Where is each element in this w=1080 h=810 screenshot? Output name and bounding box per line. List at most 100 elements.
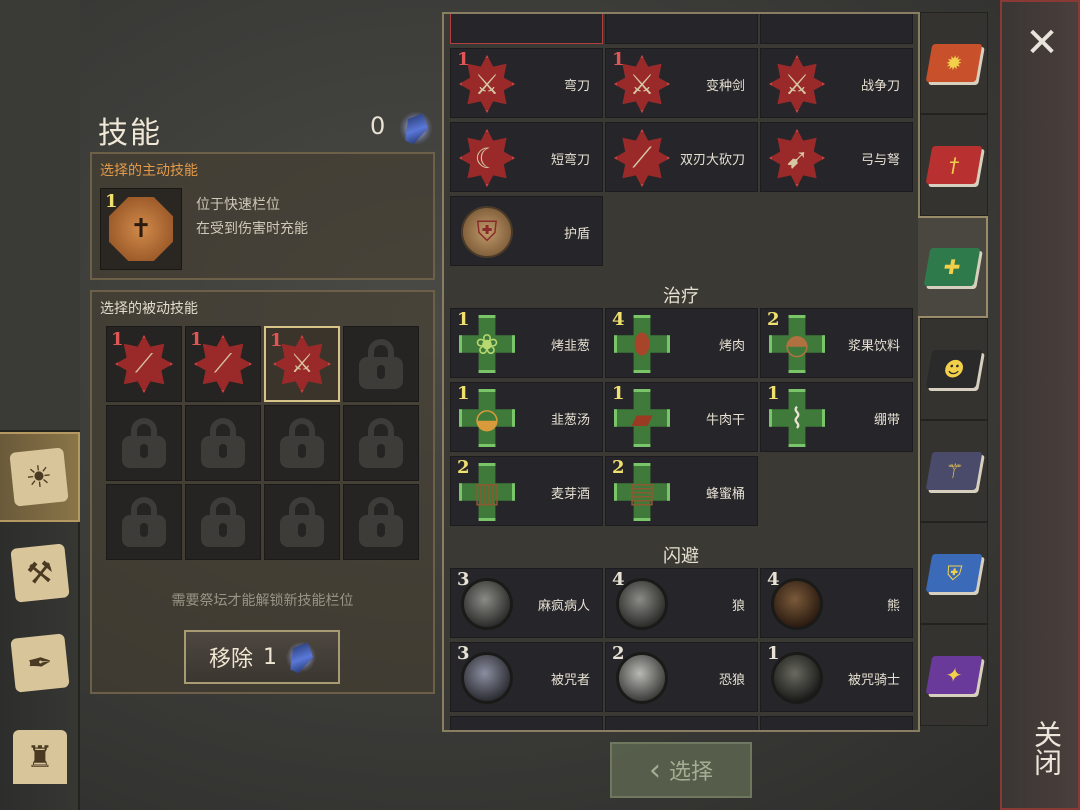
bow-icon: ➹ <box>785 141 809 175</box>
active-skill-slot[interactable]: ✝ 1 <box>100 188 182 270</box>
remove-button[interactable]: 移除 1 <box>184 630 340 684</box>
lock-icon <box>280 497 324 547</box>
lock-icon <box>122 497 166 547</box>
skill-card[interactable]: ⛨ 护盾 <box>450 196 603 266</box>
greatsword-icon: ⟋ <box>632 141 652 174</box>
active-skill-level: 1 <box>105 191 118 212</box>
category-tab-sword[interactable]: † <box>920 114 988 216</box>
skill-card[interactable]: 3 麻疯病人 <box>450 568 603 638</box>
skill-card[interactable] <box>760 716 913 730</box>
skill-card[interactable]: 2 恐狼 <box>605 642 758 712</box>
locked-slot <box>343 326 419 402</box>
quill-scroll-icon: ✒ <box>10 633 70 693</box>
skill-card[interactable]: 4 熊 <box>760 568 913 638</box>
section-heading-healing: 治疗 <box>663 286 699 307</box>
short-scimitar-icon: ☾ <box>474 141 500 175</box>
locked-slot <box>343 484 419 560</box>
passive-slot-selected[interactable]: ⚔ 1 <box>264 326 340 402</box>
skill-card[interactable]: ▥ 2 麦芽酒 <box>450 456 603 526</box>
skill-card[interactable]: ⚔ 1 变种剑 <box>605 48 758 118</box>
close-label: 关闭 <box>1030 720 1063 776</box>
remove-label: 移除 <box>208 647 253 672</box>
lock-icon <box>280 418 324 468</box>
chevron-left-icon: ‹ <box>648 752 661 788</box>
select-button[interactable]: ‹ 选择 <box>610 742 752 798</box>
lock-icon <box>359 339 403 389</box>
sun-scroll-icon: ☀ <box>9 447 69 507</box>
shield-book-icon: ⛨ <box>925 554 983 592</box>
club-icon: ⟋ <box>213 348 233 379</box>
skill-card[interactable]: ❀ 1 烤韭葱 <box>450 308 603 378</box>
active-skill-box: 选择的主动技能 ✝ 1 位于快速栏位 在受到伤害时充能 <box>90 152 435 280</box>
sun-book-icon: ✹ <box>925 44 983 82</box>
category-tab-dagger[interactable]: ⚚ <box>920 420 988 522</box>
war-blade-icon: ⚔ <box>784 67 810 101</box>
locked-slot <box>264 484 340 560</box>
nav-tab-character[interactable]: ♜ <box>0 712 80 802</box>
left-nav: ☀ ⚒ ✒ ♜ <box>0 0 80 810</box>
skill-card[interactable]: ▰ 1 牛肉干 <box>605 382 758 452</box>
close-icon[interactable]: ✕ <box>1002 20 1080 66</box>
shield-icon: ⛨ <box>476 215 498 248</box>
dagger-book-icon: ⚚ <box>925 452 983 490</box>
active-skill-title: 选择的主动技能 <box>100 163 198 179</box>
locked-slot <box>264 405 340 481</box>
skill-card[interactable]: ◒ 1 韭葱汤 <box>450 382 603 452</box>
skill-card[interactable]: 1 被咒骑士 <box>760 642 913 712</box>
lock-icon <box>201 418 245 468</box>
locked-slot <box>185 484 261 560</box>
holy-cross-icon: ✝ <box>109 197 173 261</box>
skill-card[interactable] <box>450 716 603 730</box>
skill-card[interactable] <box>605 14 758 44</box>
skill-card[interactable]: ⚔ 1 弯刀 <box>450 48 603 118</box>
active-skill-desc-2: 在受到伤害时充能 <box>196 221 308 237</box>
crystal-icon <box>281 635 321 679</box>
unlock-hint: 需要祭坛才能解锁新技能栏位 <box>171 593 354 609</box>
skill-card[interactable]: ⚔ 战争刀 <box>760 48 913 118</box>
locked-slot <box>106 484 182 560</box>
skill-card[interactable]: ⬮ 4 烤肉 <box>605 308 758 378</box>
skill-card[interactable] <box>450 14 603 44</box>
nav-tab-skills[interactable]: ☀ <box>0 432 80 522</box>
skill-card[interactable]: ◓ 2 浆果饮料 <box>760 308 913 378</box>
lock-icon <box>122 418 166 468</box>
sword-icon: ⚔ <box>290 349 314 379</box>
hammer-scroll-icon: ⚒ <box>10 543 70 603</box>
passive-slot[interactable]: ⟋ 1 <box>106 326 182 402</box>
locked-slot <box>343 405 419 481</box>
skill-card[interactable]: ☾ 短弯刀 <box>450 122 603 192</box>
locked-slot <box>185 405 261 481</box>
skill-card[interactable]: ▤ 2 蜂蜜桶 <box>605 456 758 526</box>
select-label: 选择 <box>668 760 713 785</box>
passive-slot[interactable]: ⟋ 1 <box>185 326 261 402</box>
category-tab-mask[interactable]: ☻ <box>920 318 988 420</box>
passive-skill-box: 选择的被动技能 ⟋ 1 ⟋ 1 ⚔ 1 需要祭坛才能解锁新技能栏位 移除 1 <box>90 290 435 694</box>
category-tab-shield[interactable]: ⛨ <box>920 522 988 624</box>
locked-slot <box>106 405 182 481</box>
burst-book-icon: ✦ <box>925 656 983 694</box>
category-tab-burst[interactable]: ✦ <box>920 624 988 726</box>
skill-card[interactable]: 4 狼 <box>605 568 758 638</box>
skill-card[interactable]: 3 被咒者 <box>450 642 603 712</box>
category-tab-sun[interactable]: ✹ <box>920 12 988 114</box>
skill-card[interactable] <box>760 14 913 44</box>
active-skill-desc-1: 位于快速栏位 <box>196 197 280 213</box>
close-panel[interactable]: ✕ 关闭 <box>1000 0 1080 810</box>
nav-tab-quests[interactable]: ✒ <box>0 618 80 708</box>
nav-tab-crafting[interactable]: ⚒ <box>0 528 80 618</box>
currency-count: 0 <box>370 112 386 140</box>
skill-card[interactable]: ➹ 弓与弩 <box>760 122 913 192</box>
skill-card[interactable]: ⟋ 双刃大砍刀 <box>605 122 758 192</box>
lock-icon <box>359 497 403 547</box>
passive-skill-title: 选择的被动技能 <box>100 301 198 317</box>
lock-icon <box>201 497 245 547</box>
cross-book-icon: ✚ <box>923 248 981 286</box>
character-icon: ♜ <box>13 730 67 784</box>
skill-list-panel: ⚔ 1 弯刀 ⚔ 1 变种剑 ⚔ 战争刀 ☾ 短弯刀 ⟋ 双刃大砍刀 ➹ 弓与弩… <box>442 12 920 732</box>
category-tab-healing[interactable]: ✚ <box>918 216 988 318</box>
skill-card[interactable]: ⌇ 1 绷带 <box>760 382 913 452</box>
page-title: 技能 <box>98 116 162 151</box>
skill-card[interactable] <box>605 716 758 730</box>
sword-book-icon: † <box>925 146 983 184</box>
passive-slot-grid: ⟋ 1 ⟋ 1 ⚔ 1 <box>106 326 419 560</box>
